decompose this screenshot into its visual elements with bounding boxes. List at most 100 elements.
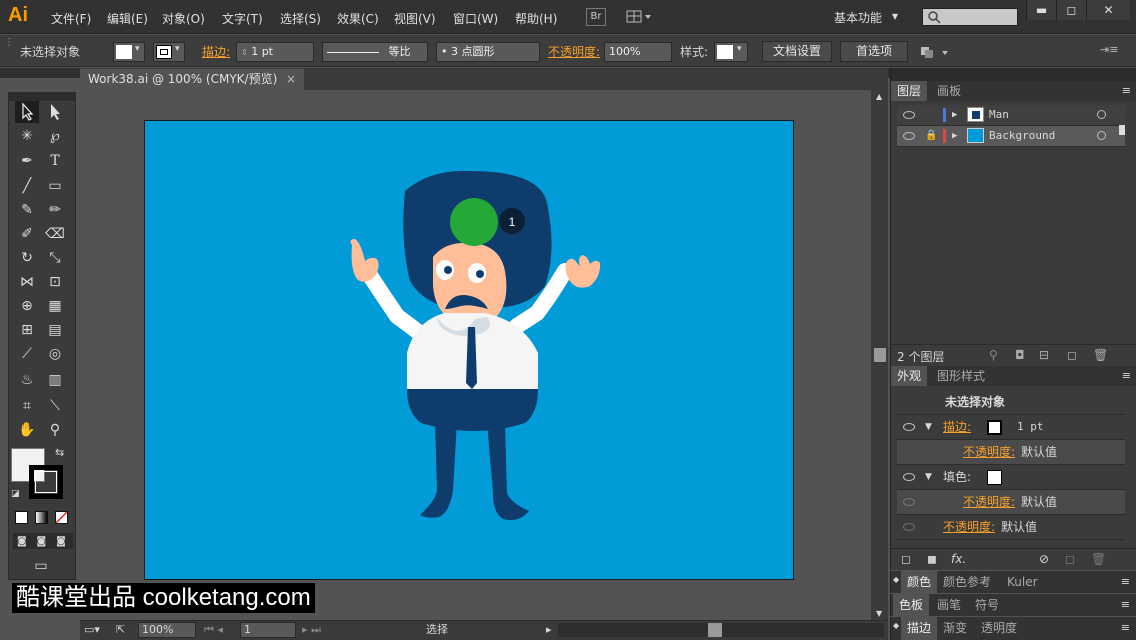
appearance-object-opacity-row[interactable]: 不透明度: 默认值: [897, 515, 1125, 540]
slice-tool-icon[interactable]: ⟍: [43, 395, 67, 417]
appearance-fill-opacity-row[interactable]: 不透明度: 默认值: [897, 490, 1125, 515]
tab-symbols[interactable]: 符号: [969, 594, 1005, 616]
tab-brushes[interactable]: 画笔: [931, 594, 967, 616]
panel-collapse-bar[interactable]: [891, 68, 1136, 81]
swap-colors-icon[interactable]: ⇆: [55, 446, 64, 459]
mesh-tool-icon[interactable]: ⊞: [15, 319, 39, 341]
hand-tool-icon[interactable]: ✋: [15, 419, 39, 441]
add-effect-icon[interactable]: fx.: [951, 552, 966, 566]
menu-file[interactable]: 文件(F): [51, 10, 91, 27]
first-page-icon[interactable]: ⏮ ◂: [204, 621, 223, 639]
lasso-tool-icon[interactable]: ℘: [43, 125, 67, 147]
workspace-switcher[interactable]: 基本功能: [834, 9, 882, 26]
none-mode-icon[interactable]: [55, 511, 68, 524]
artboard-number-field[interactable]: 1: [240, 622, 296, 638]
tab-color-guide[interactable]: 颜色参考: [937, 571, 997, 593]
tab-close-icon[interactable]: ×: [286, 69, 296, 90]
arrange-icon[interactable]: [918, 43, 952, 61]
document-setup-button[interactable]: 文档设置: [762, 41, 832, 62]
panel-menu-icon[interactable]: ≡: [1121, 598, 1130, 611]
tab-stroke[interactable]: 描边: [901, 617, 938, 640]
clipping-mask-icon[interactable]: ◘: [1015, 348, 1025, 362]
add-fill-icon[interactable]: ◼: [927, 552, 937, 566]
duplicate-item-icon[interactable]: ◻: [1065, 552, 1075, 566]
add-stroke-icon[interactable]: ◻: [901, 552, 911, 566]
graphic-style-picker[interactable]: ▾: [714, 42, 748, 62]
screen-mode-icon[interactable]: ▭: [29, 555, 53, 577]
tab-swatches[interactable]: 色板: [893, 594, 930, 616]
export-icon[interactable]: ⇱: [116, 621, 125, 639]
menu-select[interactable]: 选择(S): [280, 10, 321, 27]
column-graph-tool-icon[interactable]: ▥: [43, 369, 67, 391]
gradient-tool-icon[interactable]: ▤: [43, 319, 67, 341]
zoom-tool-icon[interactable]: ⚲: [43, 419, 67, 441]
paintbrush-tool-icon[interactable]: ✎: [15, 199, 39, 221]
panel-menu-icon[interactable]: ≡: [1121, 575, 1130, 588]
panel-menu-icon[interactable]: ⇥≡: [1100, 43, 1118, 56]
tab-graphic-styles[interactable]: 图形样式: [931, 366, 991, 386]
layer-row-background[interactable]: 🔒 ▶ Background: [897, 126, 1125, 147]
direct-selection-tool-icon[interactable]: [43, 101, 67, 123]
vertical-scrollbar[interactable]: ▲ ▼: [871, 90, 888, 620]
rectangle-tool-icon[interactable]: ▭: [43, 175, 67, 197]
layer-row-man[interactable]: ▶ Man: [897, 105, 1125, 126]
tab-gradient[interactable]: 渐变: [937, 617, 973, 640]
tab-appearance[interactable]: 外观: [891, 366, 928, 386]
perspective-grid-tool-icon[interactable]: ▦: [43, 295, 67, 317]
tab-artboards[interactable]: 画板: [931, 81, 967, 101]
artboard[interactable]: 1: [144, 120, 794, 580]
tab-color[interactable]: 颜色: [901, 571, 938, 593]
scale-tool-icon[interactable]: ⤡: [43, 247, 67, 269]
shape-builder-tool-icon[interactable]: ⊕: [15, 295, 39, 317]
eyedropper-tool-icon[interactable]: ⟋: [15, 343, 39, 365]
menu-view[interactable]: 视图(V): [394, 10, 436, 27]
blend-tool-icon[interactable]: ◎: [43, 343, 67, 365]
panel-menu-icon[interactable]: ≡: [1121, 621, 1130, 634]
restore-button[interactable]: ◻: [1056, 0, 1086, 20]
blob-brush-tool-icon[interactable]: ✐: [15, 223, 39, 245]
locate-object-icon[interactable]: ⚲: [989, 348, 998, 362]
default-colors-icon[interactable]: ◪: [11, 489, 20, 499]
menu-object[interactable]: 对象(O): [162, 10, 205, 27]
status-arrow-icon[interactable]: ▸: [546, 621, 552, 639]
menu-edit[interactable]: 编辑(E): [107, 10, 148, 27]
delete-item-icon[interactable]: 🗑: [1091, 552, 1106, 566]
rotate-tool-icon[interactable]: ↻: [15, 247, 39, 269]
new-layer-icon[interactable]: ◻: [1067, 348, 1077, 362]
eraser-tool-icon[interactable]: ⌫: [43, 223, 67, 245]
preferences-button[interactable]: 首选项: [840, 41, 908, 62]
stroke-label[interactable]: 描边:: [202, 43, 230, 60]
menu-help[interactable]: 帮助(H): [515, 10, 557, 27]
stroke-swatch[interactable]: ▾: [153, 42, 185, 62]
fill-swatch[interactable]: ▾: [113, 42, 145, 62]
type-tool-icon[interactable]: T: [43, 150, 67, 172]
menu-effect[interactable]: 效果(C): [337, 10, 379, 27]
toolbox-header[interactable]: [9, 93, 75, 101]
symbol-sprayer-tool-icon[interactable]: ♨: [15, 369, 39, 391]
layers-menu-icon[interactable]: ≡: [1122, 84, 1131, 97]
selection-tool-icon[interactable]: [15, 101, 39, 123]
opacity-field[interactable]: 100%: [604, 42, 672, 62]
appearance-fill-row[interactable]: ▼ 填色:: [897, 465, 1125, 490]
clear-appearance-icon[interactable]: ⊘: [1039, 552, 1049, 566]
artboard-tool-icon[interactable]: ⌗: [15, 395, 39, 417]
workspace-chevron-icon[interactable]: ▾: [892, 9, 898, 23]
magic-wand-tool-icon[interactable]: ✳: [15, 125, 39, 147]
pen-tool-icon[interactable]: ✒: [15, 150, 39, 172]
status-menu-icon[interactable]: ▭▾: [84, 621, 100, 639]
next-page-icon[interactable]: ▸ ⏭: [302, 621, 321, 639]
appearance-menu-icon[interactable]: ≡: [1122, 369, 1131, 382]
stroke-weight-field[interactable]: ⇕ 1 pt: [236, 42, 314, 62]
menu-type[interactable]: 文字(T): [222, 10, 263, 27]
width-tool-icon[interactable]: ⋈: [15, 271, 39, 293]
new-sublayer-icon[interactable]: ⊟: [1039, 348, 1049, 362]
close-button[interactable]: ✕: [1086, 0, 1130, 20]
variable-width-profile[interactable]: 等比: [322, 42, 428, 62]
tab-kuler[interactable]: Kuler: [1001, 571, 1044, 593]
stroke-color-icon[interactable]: [29, 465, 63, 499]
brush-definition[interactable]: • 3 点圆形: [436, 42, 540, 62]
appearance-stroke-row[interactable]: ▼ 描边: 1 pt: [897, 415, 1125, 440]
horizontal-scrollbar[interactable]: [558, 623, 884, 637]
draw-modes[interactable]: ◙ ◙ ◙: [13, 533, 73, 549]
opacity-label[interactable]: 不透明度:: [548, 43, 600, 60]
